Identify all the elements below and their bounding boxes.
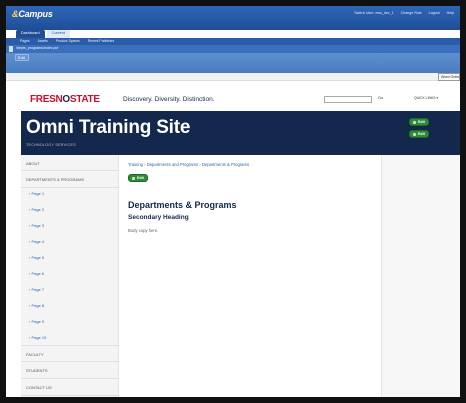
page-title: Departments & Programs <box>128 200 237 210</box>
subnav-product-spaces[interactable]: Product Spaces <box>56 39 80 43</box>
quick-links-dropdown[interactable]: QUICK LINKS ▾ <box>414 96 438 100</box>
nav-page-1[interactable]: › Page 1 <box>21 191 119 196</box>
file-path[interactable]: /depts_programs/index.pcf <box>16 46 58 50</box>
nav-faculty[interactable]: FACULTY <box>21 345 119 362</box>
path-marker-icon <box>9 46 13 52</box>
edit-region-label: Edit <box>418 132 425 136</box>
nav-page-8[interactable]: › Page 8 <box>21 303 119 308</box>
edit-button-label: Edit <box>18 55 25 60</box>
brand-right: STATE <box>69 94 100 105</box>
nav-page-4[interactable]: › Page 4 <box>21 239 119 244</box>
nav-students[interactable]: STUDENTS <box>21 362 119 379</box>
edit-region-button-right-1[interactable]: Edit <box>409 118 429 126</box>
logout-link[interactable]: Logout <box>429 11 440 15</box>
secondary-heading: Secondary Heading <box>128 214 189 221</box>
word-online-button[interactable]: Word Online <box>438 73 460 81</box>
nav-page-5[interactable]: › Page 5 <box>21 255 119 260</box>
right-column <box>381 155 460 397</box>
breadcrumb[interactable]: Training › Departments and Programs › De… <box>128 162 249 167</box>
tagline: Discovery. Diversity. Distinction. <box>123 96 215 103</box>
change-role-link[interactable]: Change Role <box>401 11 422 15</box>
main-content <box>119 155 381 397</box>
cms-subnav: Pages Assets Product Spaces Recent Publi… <box>20 39 114 43</box>
edit-region-button[interactable]: Edit <box>128 174 148 182</box>
edit-icon <box>413 132 416 136</box>
nav-page-10[interactable]: › Page 10 <box>21 335 119 340</box>
editor-strip <box>6 73 460 81</box>
edit-region-label: Edit <box>137 176 144 180</box>
edit-icon <box>132 176 135 180</box>
brand-o: O <box>62 94 70 105</box>
nav-page-2[interactable]: › Page 2 <box>21 207 119 212</box>
go-button[interactable]: Go <box>378 96 383 100</box>
nav-about[interactable]: ABOUT <box>21 156 119 171</box>
help-link[interactable]: Help <box>447 11 454 15</box>
cms-logo-text: Campus <box>18 9 53 19</box>
cms-toolbar <box>6 6 460 30</box>
path-bar <box>6 45 460 53</box>
nav-page-7[interactable]: › Page 7 <box>21 287 119 292</box>
cms-user-links: Switch User: ews_dev_1 Change Role Logou… <box>354 11 454 15</box>
site-subtitle: TECHNOLOGY SERVICES <box>26 143 76 147</box>
browser-screen: &Campus Switch User: ews_dev_1 Change Ro… <box>6 6 460 397</box>
nav-page-3[interactable]: › Page 3 <box>21 223 119 228</box>
subnav-pages[interactable]: Pages <box>20 39 30 43</box>
body-copy: Body copy here. <box>128 228 159 233</box>
switch-user-link[interactable]: Switch User: ews_dev_1 <box>354 11 393 15</box>
subnav-recent-publishes[interactable]: Recent Publishes <box>88 39 114 43</box>
subnav-assets[interactable]: Assets <box>38 39 48 43</box>
tab-content[interactable]: Content <box>46 30 70 38</box>
photo-frame: &Campus Switch User: ews_dev_1 Change Ro… <box>0 0 466 403</box>
nav-page-9[interactable]: › Page 9 <box>21 319 119 324</box>
tab-dashboard[interactable]: Dashboard <box>16 30 45 38</box>
edit-region-label: Edit <box>418 120 425 124</box>
brand-left: FRESN <box>30 94 63 105</box>
nav-contact[interactable]: CONTACT US <box>21 379 119 396</box>
nav-departments[interactable]: DEPARTMENTS & PROGRAMS <box>21 171 119 188</box>
edit-region-button-right-2[interactable]: Edit <box>409 130 429 138</box>
edit-icon <box>413 120 416 124</box>
nav-page-6[interactable]: › Page 6 <box>21 271 119 276</box>
cms-tabs: Dashboard Content <box>16 30 70 38</box>
site-title[interactable]: Omni Training Site <box>26 117 190 139</box>
cms-logo[interactable]: &Campus <box>12 9 53 19</box>
search-input[interactable] <box>324 96 372 103</box>
fresno-state-logo[interactable]: FRESNOSTATE <box>30 94 100 105</box>
edit-toolbar <box>6 53 460 73</box>
